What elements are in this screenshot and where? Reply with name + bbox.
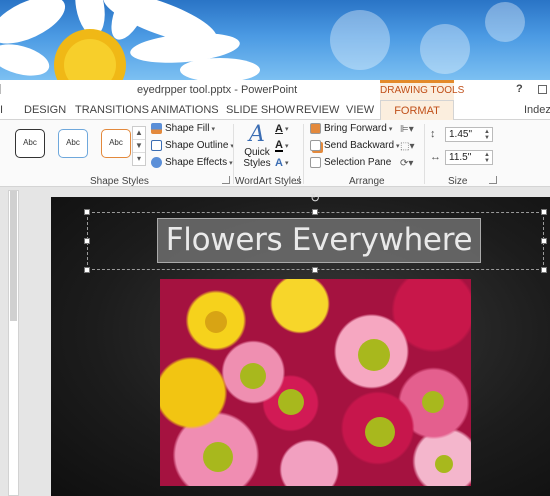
shape-styles-group-label: Shape Styles	[90, 176, 149, 187]
chevron-down-icon: ▾	[284, 160, 289, 167]
scrollbar-thumb[interactable]	[10, 191, 17, 321]
wordart-a-icon: A	[249, 122, 265, 147]
desktop-wallpaper	[0, 0, 550, 80]
shape-effects-button[interactable]: Shape Effects ▾	[151, 157, 233, 168]
shape-effects-icon	[151, 157, 162, 168]
chevron-down-icon: ▾	[284, 126, 289, 133]
shape-width-value: 11.5"	[449, 152, 472, 163]
tab-insert-partial[interactable]: I	[0, 104, 3, 116]
tab-slide-show[interactable]: SLIDE SHOW	[226, 104, 295, 116]
bring-forward-icon	[310, 123, 321, 134]
bring-forward-label: Bring Forward	[324, 123, 387, 134]
send-backward-label: Send Backward	[324, 140, 395, 151]
quick-styles-button[interactable]: A Quick Styles	[240, 123, 274, 173]
align-icon[interactable]: ⊫▾	[400, 124, 414, 135]
ribbon-display-options-icon[interactable]	[538, 85, 547, 94]
pencil-outline-icon	[151, 140, 162, 151]
rotate-objects-icon[interactable]: ⟳▾	[400, 158, 413, 169]
text-effects-button[interactable]: A ▾	[275, 157, 288, 169]
text-fill-button[interactable]: A ▾	[275, 123, 288, 135]
shape-fill-button[interactable]: Shape Fill ▾	[151, 123, 215, 134]
text-fill-icon: A	[275, 123, 283, 135]
shape-style-gallery-item-3[interactable]: Abc	[101, 129, 131, 158]
shape-height-value: 1.45"	[449, 129, 473, 140]
tab-review[interactable]: REVIEW	[296, 104, 339, 116]
resize-handle[interactable]	[84, 209, 90, 215]
ribbon-tab-bar: I DESIGN TRANSITIONS ANIMATIONS SLIDE SH…	[0, 100, 550, 121]
shape-styles-launcher-icon[interactable]	[222, 176, 230, 184]
shape-fill-label: Shape Fill	[165, 123, 210, 134]
user-name[interactable]: Indezine	[524, 104, 550, 116]
send-backward-button[interactable]: Send Backward ▾	[310, 140, 400, 151]
resize-handle[interactable]	[541, 238, 547, 244]
tab-animations[interactable]: ANIMATIONS	[151, 104, 219, 116]
chevron-down-icon: ▾	[388, 125, 393, 133]
drawing-tools-context-label: DRAWING TOOLS	[380, 80, 464, 100]
window-title: eyedrpper tool.pptx - PowerPoint	[137, 84, 298, 96]
tab-transitions[interactable]: TRANSITIONS	[75, 104, 149, 116]
spin-down-icon[interactable]: ▼	[484, 158, 490, 164]
ribbon: Abc Abc Abc ▲ ▼ ▾ Shape Fill ▾ Shape Out…	[0, 120, 550, 187]
gallery-down-icon[interactable]: ▼	[133, 140, 145, 153]
shape-outline-label: Shape Outline	[165, 140, 229, 151]
chevron-down-icon: ▾	[211, 125, 215, 133]
shape-style-gallery-item-1[interactable]: Abc	[15, 129, 45, 158]
shape-effects-label: Shape Effects	[165, 157, 228, 168]
group-icon[interactable]: ⬚▾	[400, 141, 414, 152]
group-separator	[424, 124, 425, 184]
arrange-group-label: Arrange	[349, 176, 385, 187]
rotate-handle-icon[interactable]: ↻	[310, 192, 320, 204]
chevron-down-icon: ▾	[284, 143, 289, 150]
text-outline-icon: A	[275, 139, 283, 152]
help-icon[interactable]: ?	[516, 83, 523, 95]
thumbnail-scrollbar[interactable]	[8, 190, 19, 496]
selection-pane-button[interactable]: Selection Pane	[310, 157, 391, 168]
tab-design[interactable]: DESIGN	[24, 104, 66, 116]
shape-height-input[interactable]: 1.45" ▲ ▼	[445, 127, 493, 142]
resize-handle[interactable]	[312, 267, 318, 273]
quick-styles-label: Quick Styles	[243, 147, 271, 169]
shape-width-input[interactable]: 11.5" ▲ ▼	[445, 150, 493, 165]
shape-style-gallery-item-2[interactable]: Abc	[58, 129, 88, 158]
paint-bucket-icon	[151, 123, 162, 134]
resize-handle[interactable]	[84, 238, 90, 244]
gallery-scroll[interactable]: ▲ ▼ ▾	[132, 126, 146, 166]
size-group-label: Size	[448, 176, 468, 187]
quick-access-divider	[0, 84, 8, 94]
gallery-more-icon[interactable]: ▾	[133, 153, 145, 166]
gallery-up-icon[interactable]: ▲	[133, 127, 145, 140]
selection-pane-icon	[310, 157, 321, 168]
group-separator	[233, 124, 234, 184]
tab-format[interactable]: FORMAT	[380, 100, 454, 121]
selection-pane-label: Selection Pane	[324, 157, 392, 168]
shape-height-icon: ↕	[430, 128, 436, 140]
shape-width-icon: ↔	[430, 151, 441, 163]
text-effects-icon: A	[275, 157, 283, 169]
spin-down-icon[interactable]: ▼	[484, 135, 490, 141]
tab-view[interactable]: VIEW	[346, 104, 374, 116]
text-outline-button[interactable]: A ▾	[275, 140, 288, 152]
resize-handle[interactable]	[84, 267, 90, 273]
bring-forward-button[interactable]: Bring Forward ▾	[310, 123, 392, 134]
wordart-styles-launcher-icon[interactable]	[292, 176, 300, 184]
send-backward-icon	[310, 140, 321, 151]
daisy-image	[0, 0, 260, 80]
flowers-photo[interactable]	[160, 279, 471, 486]
slide-title-text[interactable]: Flowers Everywhere	[157, 218, 481, 263]
group-separator	[303, 124, 304, 184]
resize-handle[interactable]	[312, 209, 318, 215]
title-bar: eyedrpper tool.pptx - PowerPoint DRAWING…	[0, 80, 550, 100]
size-launcher-icon[interactable]	[489, 176, 497, 184]
shape-outline-button[interactable]: Shape Outline ▾	[151, 140, 234, 151]
resize-handle[interactable]	[541, 267, 547, 273]
resize-handle[interactable]	[541, 209, 547, 215]
